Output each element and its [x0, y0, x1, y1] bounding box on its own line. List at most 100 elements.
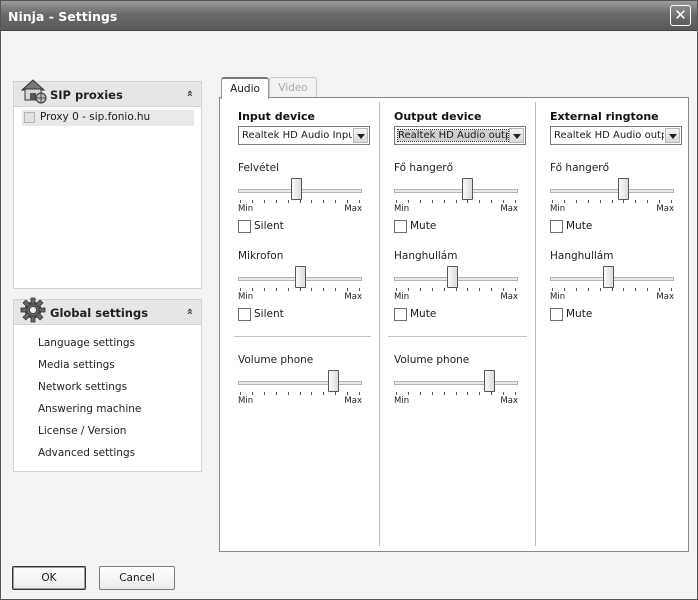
- volume-phone-label: Volume phone: [394, 354, 470, 366]
- slider-thumb[interactable]: [462, 178, 473, 200]
- mikrofon-slider[interactable]: Min Max: [238, 264, 362, 302]
- slider-tick: [479, 200, 480, 203]
- dropdown-arrow-icon[interactable]: [509, 128, 524, 143]
- slider-thumb[interactable]: [328, 370, 339, 392]
- slider-min-label: Min: [394, 292, 410, 302]
- volume-phone-slider[interactable]: Min Max: [394, 368, 518, 406]
- hanghullam-label: Hanghullám: [550, 250, 614, 262]
- slider-track[interactable]: [550, 189, 674, 193]
- dropdown-arrow-icon[interactable]: [665, 128, 680, 143]
- checkbox-box[interactable]: [550, 220, 563, 233]
- slider-track[interactable]: [394, 381, 518, 385]
- slider-tick: [311, 200, 312, 203]
- slider-tick: [552, 288, 553, 291]
- slider-tick: [600, 200, 601, 203]
- slider-tick: [588, 288, 589, 291]
- slider-tick: [408, 288, 409, 291]
- slider-thumb[interactable]: [484, 370, 495, 392]
- slider-tick: [659, 288, 660, 291]
- slider-thumb[interactable]: [603, 266, 614, 288]
- collapse-chevron-icon[interactable]: »: [183, 90, 196, 97]
- slider-tick: [408, 200, 409, 203]
- slider-tick: [623, 288, 624, 291]
- title-bar[interactable]: Ninja - Settings ✕: [1, 1, 697, 31]
- ok-button[interactable]: OK: [12, 566, 86, 590]
- close-button[interactable]: ✕: [670, 5, 691, 26]
- slider-tick: [612, 288, 613, 291]
- slider-tick: [420, 288, 421, 291]
- proxy-checkbox[interactable]: [24, 112, 35, 123]
- slider-max-label: Max: [500, 396, 518, 406]
- slider-thumb[interactable]: [295, 266, 306, 288]
- slider-tick: [552, 200, 553, 203]
- slider-tick: [503, 288, 504, 291]
- external-ringtone-column: External ringtone Realtek HD Audio outp …: [532, 98, 688, 551]
- output-device-select[interactable]: Realtek HD Audio outp: [394, 126, 526, 145]
- slider-track[interactable]: [394, 189, 518, 193]
- gear-icon: [20, 297, 46, 323]
- tab-video[interactable]: Video: [269, 77, 317, 99]
- global-settings-header[interactable]: Global settings »: [14, 297, 201, 325]
- slider-tick: [432, 392, 433, 395]
- menu-item-language-settings[interactable]: Language settings: [38, 337, 141, 359]
- slider-tick: [432, 288, 433, 291]
- slider-tick: [612, 200, 613, 203]
- window-title: Ninja - Settings: [8, 9, 118, 24]
- slider-ticks: [240, 288, 360, 292]
- slider-tick: [515, 392, 516, 395]
- menu-item-media-settings[interactable]: Media settings: [38, 359, 141, 381]
- slider-max-label: Max: [344, 292, 362, 302]
- menu-item-advanced-settings[interactable]: Advanced settings: [38, 447, 141, 469]
- slider-min-label: Min: [238, 292, 254, 302]
- hanghullam-slider[interactable]: Min Max: [394, 264, 518, 302]
- volume-phone-label: Volume phone: [238, 354, 314, 366]
- slider-track[interactable]: [238, 381, 362, 385]
- fo-hangero-label: Fő hangerő: [394, 162, 454, 174]
- ringtone-fo-hangero-slider[interactable]: Min Max: [550, 176, 674, 214]
- checkbox-box[interactable]: [550, 308, 563, 321]
- menu-item-network-settings[interactable]: Network settings: [38, 381, 141, 403]
- menu-item-answering-machine[interactable]: Answering machine: [38, 403, 141, 425]
- checkbox-box[interactable]: [238, 308, 251, 321]
- slider-ticks: [396, 288, 516, 292]
- checkbox-box[interactable]: [394, 220, 407, 233]
- slider-tick: [240, 392, 241, 395]
- fo-hangero-slider[interactable]: Min Max: [394, 176, 518, 214]
- slider-tick: [335, 200, 336, 203]
- slider-tick: [420, 200, 421, 203]
- slider-thumb[interactable]: [618, 178, 629, 200]
- collapse-chevron-icon[interactable]: »: [183, 308, 196, 315]
- slider-tick: [396, 288, 397, 291]
- slider-tick: [503, 200, 504, 203]
- slider-tick: [444, 288, 445, 291]
- slider-tick: [515, 200, 516, 203]
- slider-thumb[interactable]: [291, 178, 302, 200]
- checkbox-box[interactable]: [394, 308, 407, 321]
- hanghullam-label: Hanghullám: [394, 250, 458, 262]
- slider-tick: [564, 288, 565, 291]
- input-device-value: Realtek HD Audio Inpu: [242, 130, 352, 141]
- slider-tick: [456, 288, 457, 291]
- slider-max-label: Max: [500, 204, 518, 214]
- felvetel-label: Felvétel: [238, 162, 280, 174]
- slider-tick: [456, 392, 457, 395]
- slider-tick: [311, 288, 312, 291]
- ringtone-device-select[interactable]: Realtek HD Audio outp: [550, 126, 682, 145]
- dropdown-arrow-icon[interactable]: [353, 128, 368, 143]
- sip-proxies-header[interactable]: SIP proxies »: [14, 79, 201, 107]
- menu-item-license-version[interactable]: License / Version: [38, 425, 141, 447]
- felvetel-slider[interactable]: Min Max: [238, 176, 362, 214]
- tab-audio[interactable]: Audio: [221, 77, 269, 99]
- volume-phone-slider[interactable]: Min Max: [238, 368, 362, 406]
- slider-tick: [288, 392, 289, 395]
- checkbox-box[interactable]: [238, 220, 251, 233]
- ringtone-hanghullam-slider[interactable]: Min Max: [550, 264, 674, 302]
- proxy-list-item[interactable]: Proxy 0 - sip.fonio.hu: [22, 110, 194, 126]
- slider-thumb[interactable]: [447, 266, 458, 288]
- cancel-button[interactable]: Cancel: [99, 566, 175, 590]
- checkbox-label: Silent: [254, 308, 284, 320]
- slider-tick: [276, 288, 277, 291]
- slider-tick: [408, 392, 409, 395]
- slider-tick: [347, 392, 348, 395]
- input-device-select[interactable]: Realtek HD Audio Inpu: [238, 126, 370, 145]
